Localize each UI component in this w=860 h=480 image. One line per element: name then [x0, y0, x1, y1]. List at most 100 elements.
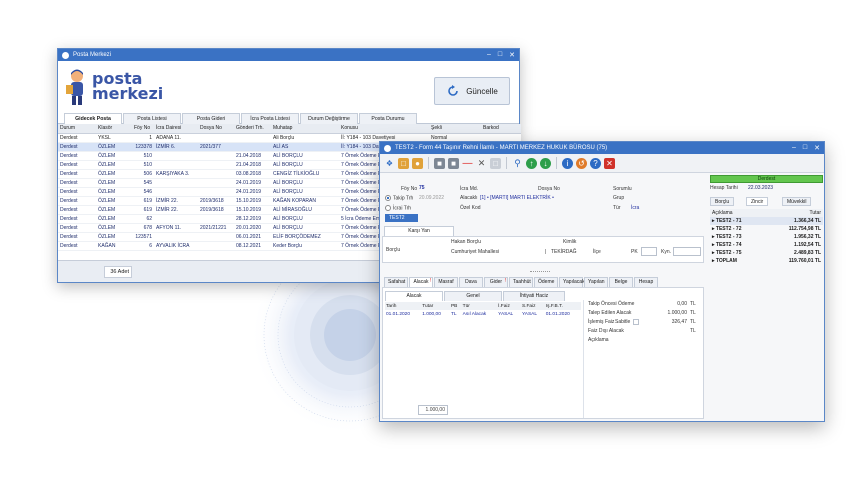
table-row[interactable]: 01.01.2020 1.000,00 TL Asıl Alacak YASAL YASA… — [385, 310, 581, 318]
tab-sub-1[interactable]: Genel — [444, 291, 502, 301]
brand-logo-text: posta merkezi — [92, 71, 163, 102]
copy-icon[interactable]: □ — [490, 157, 501, 169]
table-cell: Ali Borçlu — [271, 133, 339, 143]
minimize-icon[interactable]: – — [792, 144, 796, 152]
column-header[interactable]: Klasör — [96, 124, 132, 134]
tab-0[interactable]: Gidecek Posta — [64, 113, 122, 124]
tab-2[interactable]: Posta Gideri — [182, 113, 240, 124]
tab-zincir[interactable]: Zincir — [746, 197, 769, 206]
column-header[interactable]: Barkod — [481, 124, 521, 134]
column-header[interactable]: Tutar — [421, 302, 450, 310]
maximize-icon[interactable]: □ — [498, 51, 502, 59]
help-icon[interactable]: ? — [590, 157, 601, 169]
maximize-icon[interactable]: □ — [803, 144, 807, 152]
delete-icon[interactable]: ✕ — [476, 158, 487, 169]
arrow-down-icon[interactable]: ↓ — [540, 157, 551, 169]
list-item[interactable]: ▸ TOPLAM 119.760,01 TL — [710, 257, 823, 265]
column-header[interactable]: İcra Dairesi — [154, 124, 198, 134]
search-icon[interactable]: ⚲ — [512, 158, 523, 169]
minimize-icon[interactable]: – — [487, 51, 491, 59]
tab-5[interactable]: Posta Durumu — [359, 113, 417, 124]
tab-sub-0[interactable]: Alacak — [385, 291, 443, 301]
table-cell: 03.08.2018 — [234, 169, 271, 179]
column-header[interactable]: Föy No — [132, 124, 154, 134]
address-sep: | — [545, 249, 547, 255]
tab-main-9[interactable]: Belge — [609, 277, 633, 287]
tab-main-3[interactable]: Dava — [459, 277, 483, 287]
tab-main-5[interactable]: Taahhüt — [509, 277, 533, 287]
folder-icon[interactable]: □ — [398, 157, 409, 169]
list-item[interactable]: ▸ TEST2 - 73 1.956,32 TL — [710, 233, 823, 241]
tab-main-7[interactable]: Yapılacak — [559, 277, 585, 287]
tab-borclu[interactable]: Borçlu — [710, 197, 735, 206]
lock-icon[interactable]: ● — [412, 157, 423, 169]
column-header[interactable]: Dosya No — [198, 124, 234, 134]
list-item[interactable]: ▸ TEST2 - 75 2.489,83 TL — [710, 249, 823, 257]
refresh-button[interactable]: Güncelle — [434, 77, 510, 105]
tab-main-8[interactable]: Yapılan — [584, 277, 608, 287]
takip-trh-radio[interactable]: Takip Trh — [385, 195, 413, 201]
sabitle-checkbox[interactable] — [633, 319, 639, 325]
column-header[interactable]: Tür — [461, 302, 498, 310]
column-header[interactable]: S.Faiz — [520, 302, 545, 310]
table-cell: Derdest — [58, 178, 96, 188]
close-icon[interactable]: ✕ — [509, 51, 515, 59]
list-item[interactable]: ▸ TEST2 - 72 112.754,98 TL — [710, 225, 823, 233]
arrow-up-icon[interactable]: ↑ — [526, 157, 537, 169]
pin-icon[interactable]: ❖ — [384, 158, 395, 169]
column-header[interactable]: Şekli — [429, 124, 481, 134]
close-icon[interactable]: ✕ — [814, 144, 820, 152]
pk-input[interactable] — [641, 247, 657, 256]
refresh-label: Güncelle — [466, 86, 498, 96]
list-item[interactable]: ▸ TEST2 - 74 1.192,54 TL — [710, 241, 823, 249]
window-titlebar: Posta Merkezi – □ ✕ — [58, 49, 519, 61]
tab-main-0[interactable]: Safahat — [384, 277, 408, 287]
tab-main-2[interactable]: Masraf — [434, 277, 458, 287]
tab-main-4[interactable]: Gider! — [484, 277, 508, 287]
tab-muvekkil[interactable]: Müvekkil — [782, 197, 812, 206]
tab-label: Alacak — [413, 279, 429, 285]
icrai-trh-radio[interactable]: İcrai Trh — [385, 205, 411, 211]
column-header[interactable]: Konusu — [339, 124, 429, 134]
tab-main-1[interactable]: Alacak! — [409, 277, 433, 287]
minus-icon[interactable]: — — [462, 158, 473, 169]
column-header[interactable]: Iş.F.B.T. — [544, 302, 581, 310]
column-header[interactable]: Durum — [58, 124, 96, 134]
refresh-icon — [448, 85, 459, 96]
selected-file-item[interactable]: TEST2 — [385, 214, 418, 222]
tab-main-6[interactable]: Ödeme — [534, 277, 558, 287]
summary-label: İşlemiş Faiz — [588, 319, 615, 325]
pk-label: PK — [631, 249, 638, 255]
icra-md-label: İcra Md. — [460, 186, 479, 192]
save-as-icon[interactable]: ■ — [448, 157, 459, 169]
column-header[interactable]: Muhatap — [271, 124, 339, 134]
tab-main-10[interactable]: Hesap — [634, 277, 658, 287]
list-item[interactable]: ▸ TEST2 - 71 1.366,34 TL — [710, 217, 823, 225]
info-icon[interactable]: i — [562, 157, 573, 169]
radio-icrai[interactable] — [385, 205, 391, 211]
borclu-name[interactable]: Hakan Borçlu — [451, 239, 481, 245]
tab-3[interactable]: İcra Posta Listesi — [241, 113, 299, 124]
tab-sub-2[interactable]: İhtiyati Haciz — [503, 291, 565, 301]
column-header[interactable]: İ.Faiz — [497, 302, 521, 310]
ozel-kod-label: Özel Kod — [460, 205, 481, 211]
tab-label: Hesap — [638, 279, 654, 285]
column-header[interactable]: Gönderi Trh. — [234, 124, 271, 134]
tab-4[interactable]: Durum Değiştirme — [300, 113, 358, 124]
column-header[interactable]: PB — [449, 302, 462, 310]
splitter-handle[interactable] — [530, 271, 550, 273]
tab-1[interactable]: Posta Listesi — [123, 113, 181, 124]
table-cell: ALİ BORÇLU — [271, 187, 339, 197]
table-cell — [198, 214, 234, 224]
save-icon[interactable]: ■ — [434, 157, 445, 169]
tab-karsi-yan[interactable]: Karşı Yan — [384, 226, 454, 236]
exit-icon[interactable]: ✕ — [604, 157, 615, 169]
history-icon[interactable]: ↺ — [576, 157, 587, 169]
table-cell — [154, 160, 198, 170]
kyn-input[interactable] — [673, 247, 701, 256]
column-header[interactable]: Tutar — [764, 209, 823, 217]
radio-takip[interactable] — [385, 195, 391, 201]
column-header[interactable]: Açıklama — [710, 209, 765, 217]
alacakli-value[interactable]: [1] • [MARTI] MARTI ELEKTRİK • — [480, 195, 554, 201]
column-header[interactable]: Tarih — [385, 302, 422, 310]
